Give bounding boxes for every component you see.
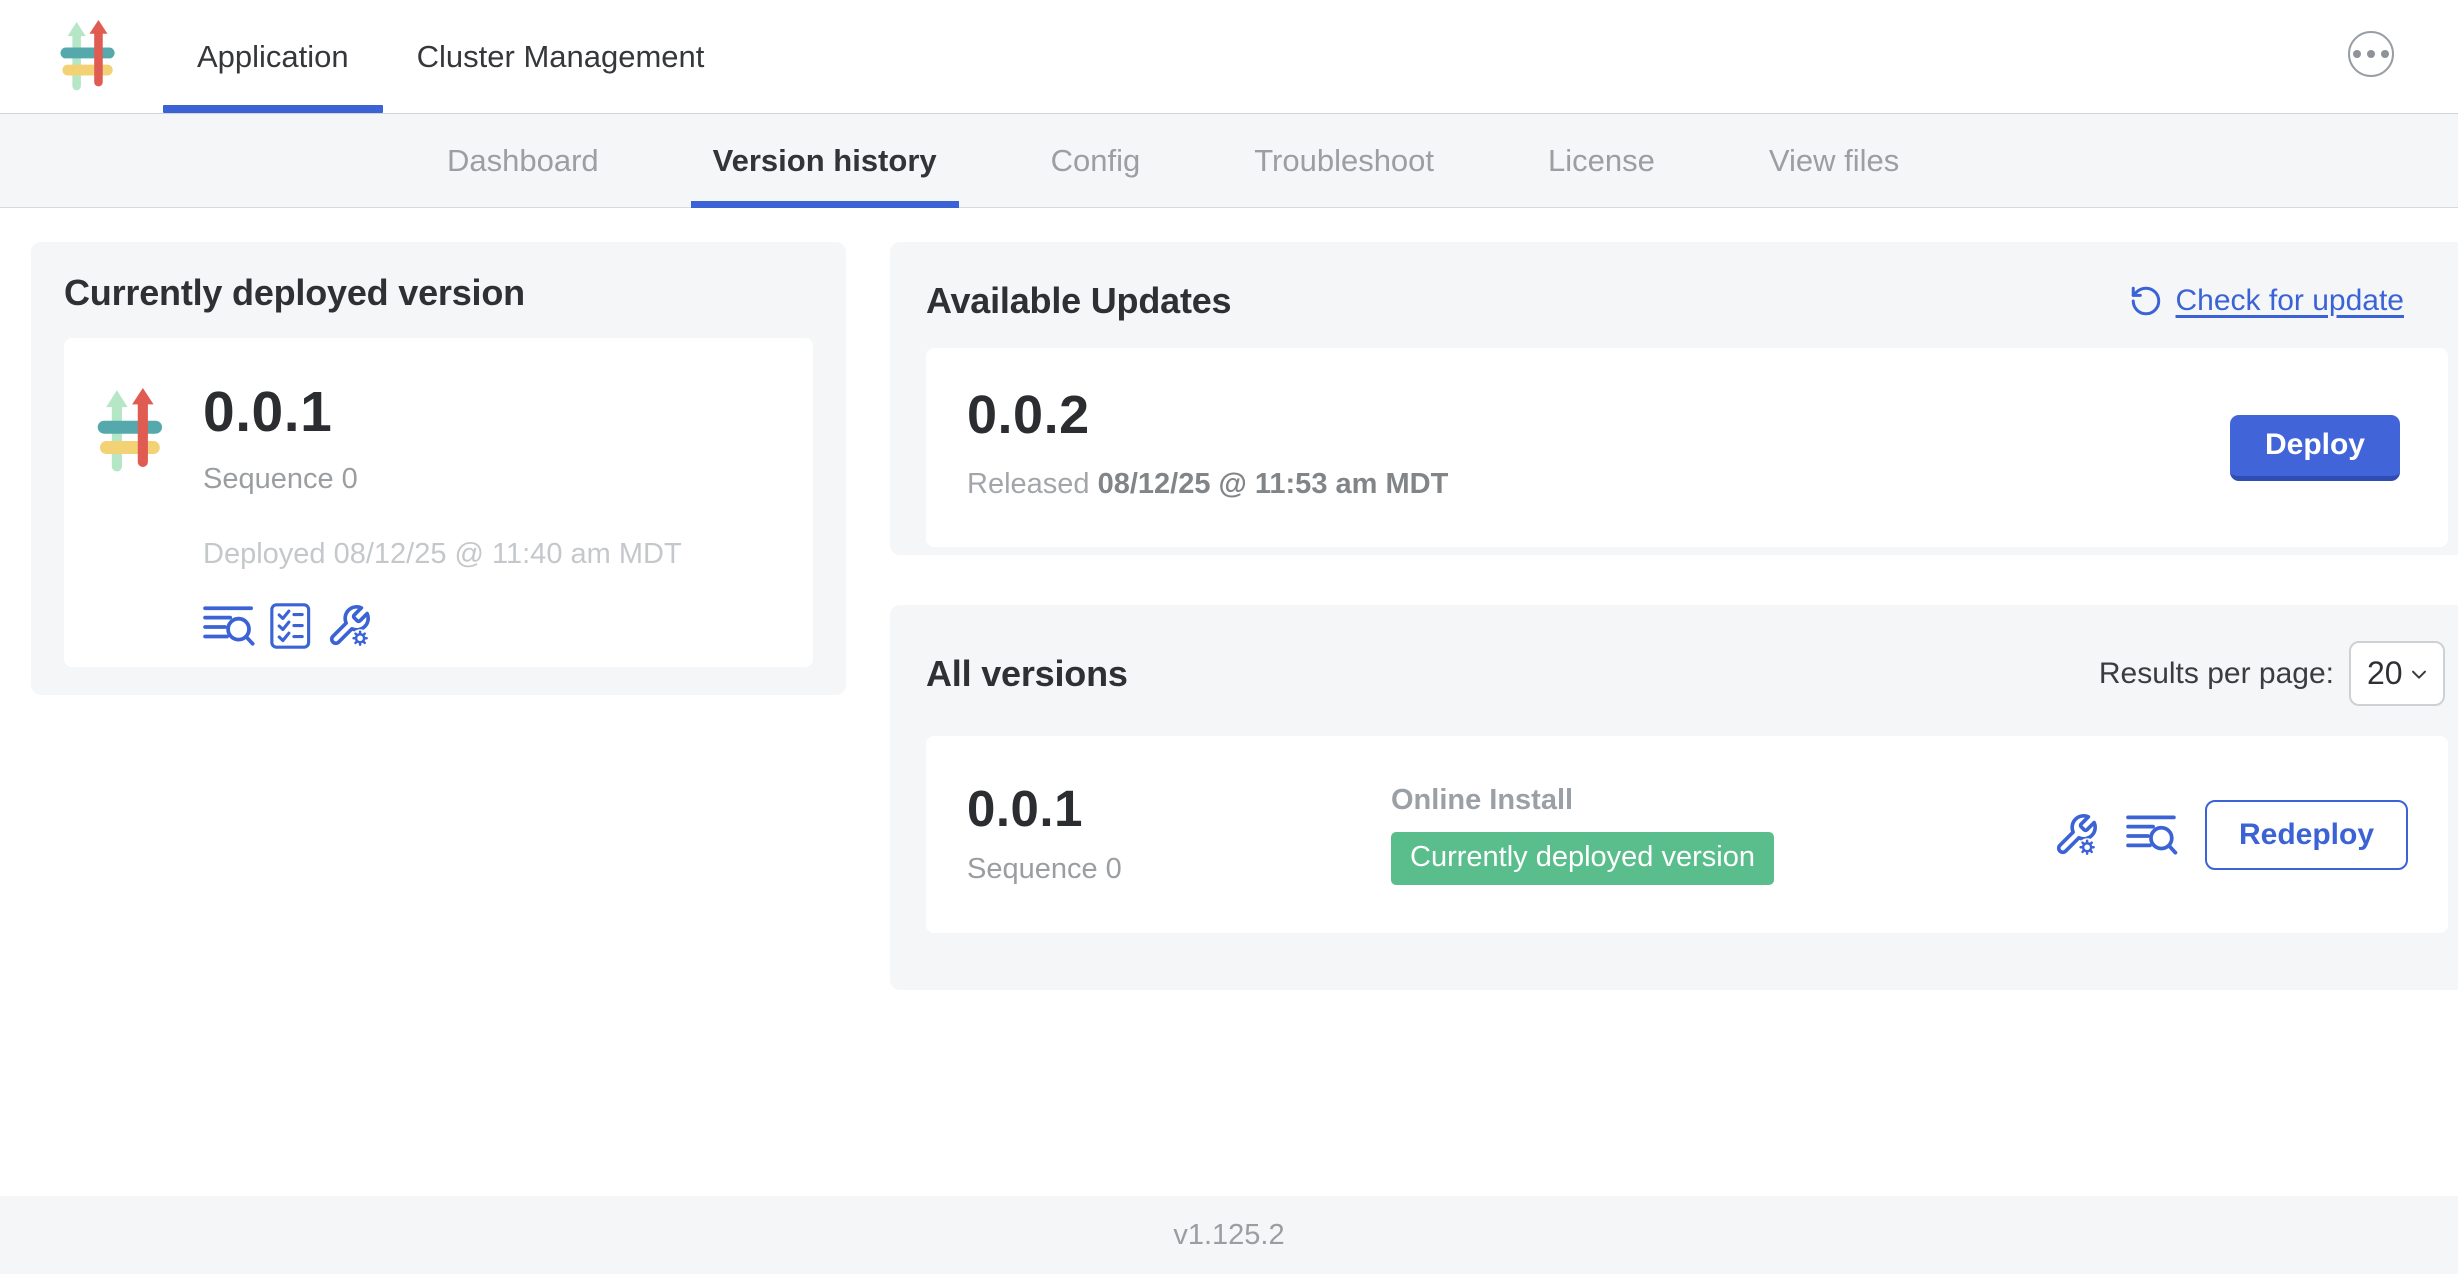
app-logo-arrows-icon xyxy=(60,20,117,94)
deployed-version-info: 0.0.1 Sequence 0 Deployed 08/12/25 @ 11:… xyxy=(203,384,682,667)
app-footer: v1.125.2 xyxy=(0,1196,2458,1274)
check-for-update-label: Check for update xyxy=(2176,284,2404,318)
install-type-label: Online Install xyxy=(1391,784,2053,817)
results-per-page: Results per page: 20 xyxy=(2099,641,2445,706)
view-logs-icon[interactable] xyxy=(203,603,255,649)
edit-config-icon[interactable] xyxy=(2053,812,2099,858)
all-versions-header: All versions Results per page: 20 xyxy=(926,641,2458,706)
currently-deployed-card: Currently deployed version 0.0.1 Sequenc… xyxy=(31,242,846,695)
results-per-page-select[interactable]: 20 xyxy=(2349,641,2445,706)
deployed-action-icons xyxy=(203,603,682,649)
version-row-status: Online Install Currently deployed versio… xyxy=(1391,784,2053,885)
subnav-tab-troubleshoot[interactable]: Troubleshoot xyxy=(1232,114,1456,207)
redeploy-button[interactable]: Redeploy xyxy=(2205,800,2408,870)
row-version-number: 0.0.1 xyxy=(967,783,1391,834)
subnav-tab-license[interactable]: License xyxy=(1526,114,1677,207)
released-prefix: Released xyxy=(967,468,1090,500)
version-row: 0.0.1 Sequence 0 Online Install Currentl… xyxy=(926,736,2448,933)
version-row-actions: Redeploy xyxy=(2053,800,2448,870)
tab-cluster-management[interactable]: Cluster Management xyxy=(383,0,739,113)
ellipsis-dot xyxy=(2381,50,2389,58)
deployed-version-panel: 0.0.1 Sequence 0 Deployed 08/12/25 @ 11:… xyxy=(64,338,813,667)
ellipsis-menu-button[interactable] xyxy=(2348,31,2394,77)
subnav-tab-config[interactable]: Config xyxy=(1029,114,1163,207)
available-updates-title: Available Updates xyxy=(926,280,1231,322)
edit-config-icon[interactable] xyxy=(326,603,372,649)
deployed-sequence: Sequence 0 xyxy=(203,463,682,496)
check-for-update-link[interactable]: Check for update xyxy=(2129,284,2404,318)
refresh-icon xyxy=(2129,284,2163,318)
all-versions-card: All versions Results per page: 20 0.0.1 … xyxy=(890,605,2458,990)
deployed-timestamp: Deployed 08/12/25 @ 11:40 am MDT xyxy=(203,538,682,571)
topnav-tabs: Application Cluster Management xyxy=(163,0,738,113)
subnav-tab-view-files[interactable]: View files xyxy=(1747,114,1921,207)
console-version-label: v1.125.2 xyxy=(1173,1219,1284,1252)
main-content: Currently deployed version 0.0.1 Sequenc… xyxy=(0,208,2458,1196)
view-logs-icon[interactable] xyxy=(2126,812,2178,858)
status-badge: Currently deployed version xyxy=(1391,832,1774,885)
subnav-tab-dashboard[interactable]: Dashboard xyxy=(425,114,621,207)
update-version-number: 0.0.2 xyxy=(967,388,2448,442)
preflight-checks-icon[interactable] xyxy=(270,603,310,649)
available-update-row: 0.0.2 Released 08/12/25 @ 11:53 am MDT D… xyxy=(926,348,2448,547)
subnav-tab-version-history[interactable]: Version history xyxy=(691,114,959,207)
row-sequence: Sequence 0 xyxy=(967,853,1391,886)
all-versions-title: All versions xyxy=(926,653,1128,695)
ellipsis-dot xyxy=(2353,50,2361,58)
app-subnav: Dashboard Version history Config Trouble… xyxy=(0,113,2458,208)
app-logo-arrows-icon xyxy=(97,388,165,476)
results-per-page-label: Results per page: xyxy=(2099,657,2334,691)
released-timestamp: 08/12/25 @ 11:53 am MDT xyxy=(1098,468,1449,500)
available-updates-card: Available Updates Check for update 0.0.2… xyxy=(890,242,2458,555)
tab-application[interactable]: Application xyxy=(163,0,383,113)
update-released-line: Released 08/12/25 @ 11:53 am MDT xyxy=(967,468,2448,501)
deploy-button[interactable]: Deploy xyxy=(2230,415,2400,481)
currently-deployed-title: Currently deployed version xyxy=(64,272,813,314)
deployed-version-number: 0.0.1 xyxy=(203,384,682,441)
right-column: Available Updates Check for update 0.0.2… xyxy=(890,242,2458,990)
ellipsis-dot xyxy=(2367,50,2375,58)
chevron-down-icon xyxy=(2408,663,2430,685)
available-updates-header: Available Updates Check for update xyxy=(890,242,2458,322)
top-navbar: Application Cluster Management xyxy=(0,0,2458,113)
version-row-info: 0.0.1 Sequence 0 xyxy=(926,783,1391,886)
results-per-page-value: 20 xyxy=(2367,655,2403,692)
